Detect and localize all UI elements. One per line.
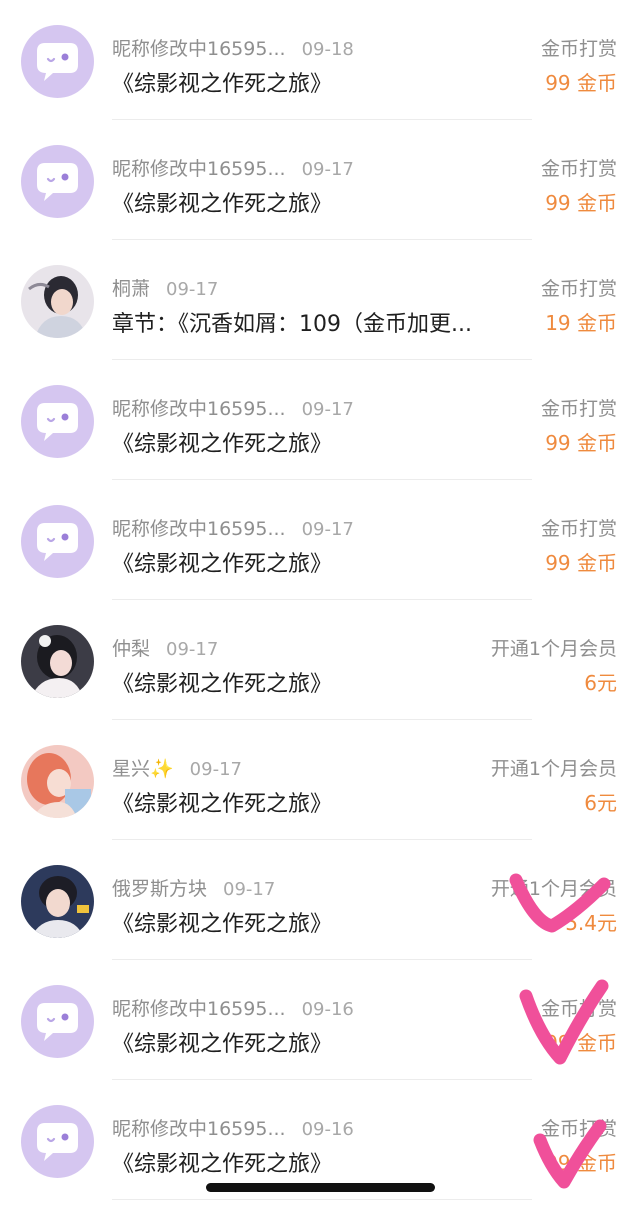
user-photo-avatar bbox=[21, 745, 94, 818]
reward-type: 金币打赏 bbox=[540, 38, 617, 60]
reward-amount: 19 金币 bbox=[545, 311, 617, 335]
reward-type: 金币打赏 bbox=[540, 1118, 617, 1140]
list-item[interactable]: 星兴✨ 09-17 《综影视之作死之旅》 开通1个月会员 6元 bbox=[0, 720, 640, 840]
reward-amount: 99 金币 bbox=[545, 551, 617, 575]
book-title: 《综影视之作死之旅》 bbox=[112, 672, 333, 697]
reward-type: 金币打赏 bbox=[540, 158, 617, 180]
user-name: 昵称修改中16595... 09-17 bbox=[112, 518, 354, 540]
list-item[interactable]: 俄罗斯方块 09-17 《综影视之作死之旅》 开通1个月会员 5.4元 bbox=[0, 840, 640, 960]
reward-record-list: 昵称修改中16595... 09-18 《综影视之作死之旅》 金币打赏 99 金币… bbox=[0, 0, 640, 1200]
list-item[interactable]: 昵称修改中16595... 09-18 《综影视之作死之旅》 金币打赏 99 金币 bbox=[0, 0, 640, 120]
chat-bubble-face-icon bbox=[37, 163, 78, 201]
chat-bubble-face-icon bbox=[37, 523, 78, 561]
list-item[interactable]: 昵称修改中16595... 09-17 《综影视之作死之旅》 金币打赏 99 金币 bbox=[0, 120, 640, 240]
book-title: 《综影视之作死之旅》 bbox=[112, 72, 333, 97]
book-title: 《综影视之作死之旅》 bbox=[112, 792, 333, 817]
reward-amount: 6元 bbox=[584, 791, 617, 815]
book-title: 章节：《沉香如屑：109（金币加更... bbox=[112, 312, 472, 337]
record-date: 09-16 bbox=[301, 999, 354, 1020]
record-date: 09-17 bbox=[166, 279, 219, 300]
avatar[interactable] bbox=[21, 985, 94, 1058]
user-name: 桐萧 09-17 bbox=[112, 278, 219, 300]
chat-bubble-face-icon bbox=[37, 43, 78, 81]
record-date: 09-17 bbox=[189, 759, 242, 780]
list-item[interactable]: 昵称修改中16595... 09-17 《综影视之作死之旅》 金币打赏 99 金币 bbox=[0, 360, 640, 480]
avatar[interactable] bbox=[21, 625, 94, 698]
user-photo-avatar bbox=[21, 865, 94, 938]
book-title: 《综影视之作死之旅》 bbox=[112, 552, 333, 577]
avatar[interactable] bbox=[21, 145, 94, 218]
reward-amount: 6元 bbox=[584, 671, 617, 695]
record-date: 09-18 bbox=[301, 39, 354, 60]
record-date: 09-17 bbox=[301, 519, 354, 540]
user-photo-avatar bbox=[21, 625, 94, 698]
user-name: 仲梨 09-17 bbox=[112, 638, 219, 660]
avatar[interactable] bbox=[21, 505, 94, 578]
book-title: 《综影视之作死之旅》 bbox=[112, 1032, 333, 1057]
reward-amount: 99 金币 bbox=[545, 71, 617, 95]
book-title: 《综影视之作死之旅》 bbox=[112, 192, 333, 217]
reward-type: 金币打赏 bbox=[540, 518, 617, 540]
user-name: 昵称修改中16595... 09-17 bbox=[112, 398, 354, 420]
book-title: 《综影视之作死之旅》 bbox=[112, 1152, 333, 1177]
avatar[interactable] bbox=[21, 865, 94, 938]
reward-type: 金币打赏 bbox=[540, 398, 617, 420]
avatar[interactable] bbox=[21, 745, 94, 818]
record-date: 09-17 bbox=[166, 639, 219, 660]
reward-amount: 99 金币 bbox=[545, 191, 617, 215]
list-item[interactable]: 桐萧 09-17 章节：《沉香如屑：109（金币加更... 金币打赏 19 金币 bbox=[0, 240, 640, 360]
user-name: 星兴✨ 09-17 bbox=[112, 758, 242, 780]
reward-amount: 5.4元 bbox=[565, 911, 617, 935]
chat-bubble-face-icon bbox=[37, 1003, 78, 1041]
avatar[interactable] bbox=[21, 1105, 94, 1178]
list-item[interactable]: 仲梨 09-17 《综影视之作死之旅》 开通1个月会员 6元 bbox=[0, 600, 640, 720]
reward-type: 金币打赏 bbox=[540, 998, 617, 1020]
record-date: 09-16 bbox=[301, 1119, 354, 1140]
reward-amount: 99 金币 bbox=[545, 1151, 617, 1175]
user-name: 昵称修改中16595... 09-16 bbox=[112, 1118, 354, 1140]
list-item[interactable]: 昵称修改中16595... 09-16 《综影视之作死之旅》 金币打赏 99 金币 bbox=[0, 1080, 640, 1200]
avatar[interactable] bbox=[21, 385, 94, 458]
record-date: 09-17 bbox=[301, 399, 354, 420]
record-date: 09-17 bbox=[223, 879, 276, 900]
avatar[interactable] bbox=[21, 265, 94, 338]
reward-amount: 99 金币 bbox=[545, 431, 617, 455]
book-title: 《综影视之作死之旅》 bbox=[112, 432, 333, 457]
user-name: 昵称修改中16595... 09-17 bbox=[112, 158, 354, 180]
list-item[interactable]: 昵称修改中16595... 09-16 《综影视之作死之旅》 金币打赏 99 金币 bbox=[0, 960, 640, 1080]
user-name: 昵称修改中16595... 09-18 bbox=[112, 38, 354, 60]
user-name: 俄罗斯方块 09-17 bbox=[112, 878, 276, 900]
reward-type: 开通1个月会员 bbox=[490, 758, 617, 780]
avatar[interactable] bbox=[21, 25, 94, 98]
reward-type: 金币打赏 bbox=[540, 278, 617, 300]
record-date: 09-17 bbox=[301, 159, 354, 180]
reward-type: 开通1个月会员 bbox=[490, 878, 617, 900]
chat-bubble-face-icon bbox=[37, 1123, 78, 1161]
home-indicator[interactable] bbox=[206, 1183, 435, 1192]
reward-amount: 99 金币 bbox=[545, 1031, 617, 1055]
list-item[interactable]: 昵称修改中16595... 09-17 《综影视之作死之旅》 金币打赏 99 金币 bbox=[0, 480, 640, 600]
user-name: 昵称修改中16595... 09-16 bbox=[112, 998, 354, 1020]
reward-type: 开通1个月会员 bbox=[490, 638, 617, 660]
chat-bubble-face-icon bbox=[37, 403, 78, 441]
book-title: 《综影视之作死之旅》 bbox=[112, 912, 333, 937]
user-photo-avatar bbox=[21, 265, 94, 338]
